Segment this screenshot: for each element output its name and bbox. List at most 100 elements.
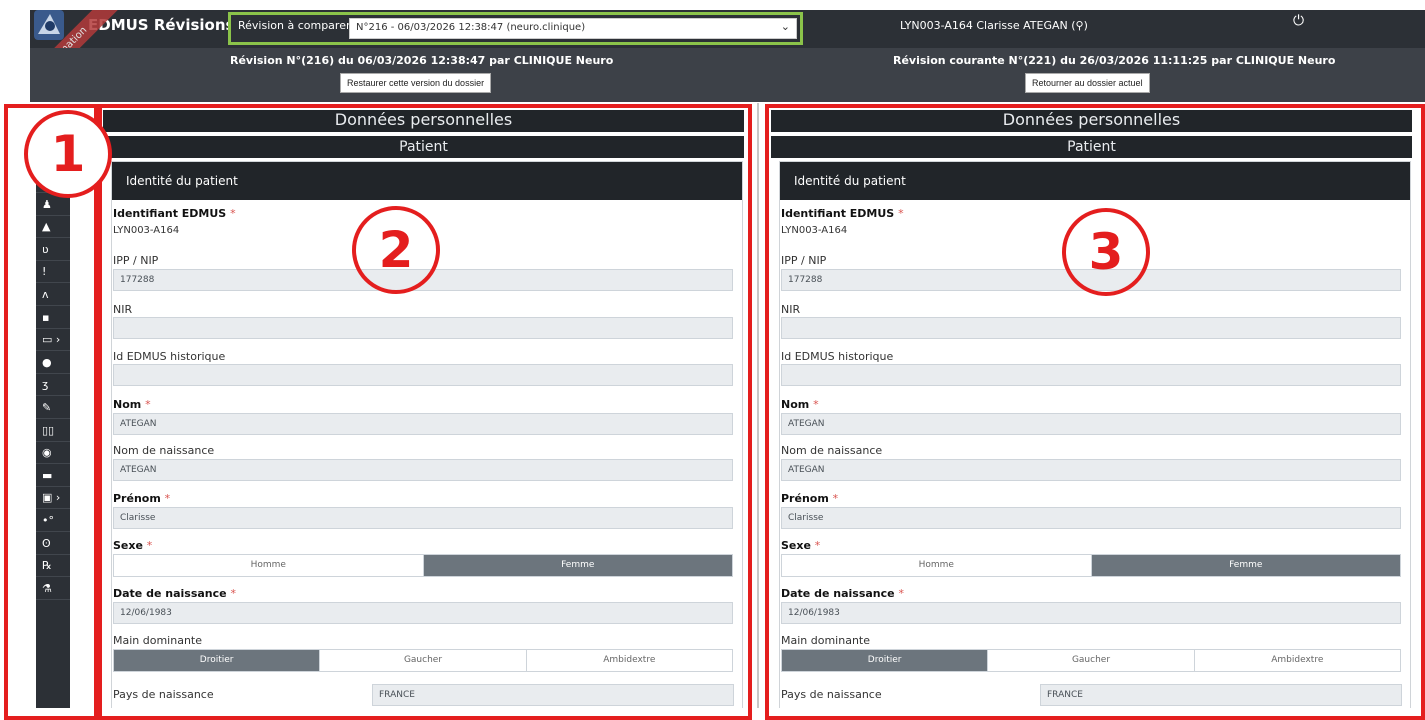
nom-label: Nom * (113, 398, 151, 411)
trash-icon[interactable]: ▣ › (36, 487, 70, 510)
edmus-id-label: Identifiant EDMUS * (113, 207, 236, 220)
nom-label-text: Nom (781, 398, 810, 411)
birthdate-label-text: Date de naissance (781, 587, 895, 600)
chevron-down-icon: ⌄ (780, 20, 790, 33)
dominant-hand-selector: Droitier Gaucher Ambidextre (781, 649, 1401, 672)
sexe-selector: Homme Femme (781, 554, 1401, 577)
prenom-field[interactable]: Clarisse (781, 507, 1401, 529)
country-field[interactable]: FRANCE (372, 684, 734, 706)
edmus-history-field[interactable] (113, 364, 733, 386)
edmus-history-label: Id EDMUS historique (113, 350, 226, 363)
required-mark: * (230, 207, 236, 220)
edmus-history-label: Id EDMUS historique (781, 350, 894, 363)
edmus-history-field[interactable] (781, 364, 1401, 386)
country-field[interactable]: FRANCE (1040, 684, 1402, 706)
patient-user-info[interactable]: LYN003-A164 Clarisse ATEGAN (⚲) (900, 19, 1088, 32)
subsection-title: Patient (771, 136, 1412, 158)
sexe-label-text: Sexe (781, 539, 811, 552)
sexe-option[interactable]: Femme (1091, 555, 1400, 576)
revision-compare-label: Révision à comparer (238, 19, 351, 32)
dominant-hand-option[interactable]: Ambidextre (1194, 650, 1400, 671)
dominant-hand-option[interactable]: Gaucher (320, 650, 527, 671)
birthdate-label: Date de naissance * (781, 587, 904, 600)
pills-icon[interactable]: •° (36, 510, 70, 532)
warning-icon[interactable]: ▲ (36, 216, 70, 239)
nom-label-text: Nom (113, 398, 142, 411)
birthdate-field[interactable]: 12/06/1983 (113, 602, 733, 624)
birth-name-field[interactable]: ATEGAN (113, 459, 733, 481)
top-bar: EDMUS Révisions Révision à comparer N°21… (30, 10, 1425, 48)
subsection-title: Patient (103, 136, 744, 158)
required-mark: * (898, 207, 904, 220)
prenom-label-text: Prénom (781, 492, 829, 505)
file-plus-icon[interactable]: ▪ (36, 307, 70, 329)
syringe-icon[interactable]: ✎ (36, 397, 70, 419)
annotation-circle-1: 1 (24, 110, 112, 198)
dominant-hand-option[interactable]: Droitier (114, 650, 321, 671)
nir-field[interactable] (113, 317, 733, 339)
restore-version-button[interactable]: Restaurer cette version du dossier (340, 73, 492, 93)
return-current-button[interactable]: Retourner au dossier actuel (1025, 73, 1150, 93)
left-revision-panel: Données personnelles Patient Identité du p… (101, 103, 748, 708)
dominant-hand-option[interactable]: Ambidextre (526, 650, 732, 671)
dominant-hand-option[interactable]: Gaucher (988, 650, 1195, 671)
bed-icon[interactable]: ▬ (36, 465, 70, 487)
dominant-hand-option[interactable]: Droitier (782, 650, 989, 671)
capsules-icon[interactable]: ʘ (36, 533, 70, 555)
birth-name-label: Nom de naissance (113, 444, 215, 457)
walking-icon[interactable]: ᴧ (36, 284, 70, 306)
edmus-id-value: LYN003-A164 (113, 225, 180, 236)
sexe-option[interactable]: Homme (114, 555, 424, 576)
document-icon[interactable]: ▭ › (36, 329, 70, 352)
nir-label: NIR (781, 303, 801, 316)
prenom-label: Prénom * (113, 492, 170, 505)
section-title: Données personnelles (103, 110, 744, 132)
dominant-hand-selector: Droitier Gaucher Ambidextre (113, 649, 733, 672)
prenom-field[interactable]: Clarisse (113, 507, 733, 529)
card-title: Identité du patient (780, 162, 1410, 200)
nom-field[interactable]: ATEGAN (781, 413, 1401, 435)
caption-strip (0, 0, 1425, 10)
prenom-label: Prénom * (781, 492, 838, 505)
brain-icon[interactable]: ● (36, 352, 70, 374)
edmus-id-label-text: Identifiant EDMUS (113, 207, 227, 220)
ipp-label: IPP / NIP (781, 254, 827, 267)
birthdate-label: Date de naissance * (113, 587, 236, 600)
revision-compare-value: N°216 - 06/03/2026 12:38:47 (neuro.clini… (356, 22, 586, 33)
required-mark: * (898, 587, 904, 600)
eye-icon[interactable]: ◉ (36, 442, 70, 465)
required-mark: * (146, 539, 153, 552)
right-revision-title: Révision courante N°(221) du 26/03/2026 … (893, 54, 1336, 67)
ipp-label: IPP / NIP (113, 254, 159, 267)
country-label: Pays de naissance (113, 688, 214, 701)
power-icon[interactable]: ⏻ (1293, 13, 1304, 29)
exclamation-icon[interactable]: ! (36, 261, 70, 284)
required-mark: * (813, 398, 819, 411)
panel-divider (757, 103, 759, 708)
edmus-id-value: LYN003-A164 (781, 225, 848, 236)
stethoscope-icon[interactable]: ʋ (36, 239, 70, 261)
prescription-icon[interactable]: ℞ (36, 555, 70, 578)
edmus-id-label: Identifiant EDMUS * (781, 207, 904, 220)
flask-icon[interactable]: ⚗ (36, 578, 70, 600)
ear-icon[interactable]: ʒ (36, 374, 70, 397)
sexe-option[interactable]: Homme (782, 555, 1092, 576)
nir-label: NIR (113, 303, 133, 316)
sexe-label-text: Sexe (113, 539, 143, 552)
sidebar-menu: 👥♟▲ʋ!ᴧ▪▭ ›●ʒ✎▯▯◉▬▣ ›•°ʘ℞⚗ (36, 163, 70, 708)
required-mark: * (832, 492, 839, 505)
birthdate-field[interactable]: 12/06/1983 (781, 602, 1401, 624)
nom-label: Nom * (781, 398, 819, 411)
revision-compare-select[interactable]: N°216 - 06/03/2026 12:38:47 (neuro.clini… (349, 18, 797, 39)
revision-compare-box: Révision à comparer N°216 - 06/03/2026 1… (228, 12, 803, 45)
required-mark: * (164, 492, 171, 505)
birth-name-field[interactable]: ATEGAN (781, 459, 1401, 481)
nir-field[interactable] (781, 317, 1401, 339)
required-mark: * (230, 587, 236, 600)
vials-icon[interactable]: ▯▯ (36, 420, 70, 442)
edmus-id-label-text: Identifiant EDMUS (781, 207, 895, 220)
nom-field[interactable]: ATEGAN (113, 413, 733, 435)
sexe-option[interactable]: Femme (423, 555, 732, 576)
annotation-circle-3: 3 (1062, 208, 1150, 296)
main-label: Main dominante (113, 634, 203, 647)
